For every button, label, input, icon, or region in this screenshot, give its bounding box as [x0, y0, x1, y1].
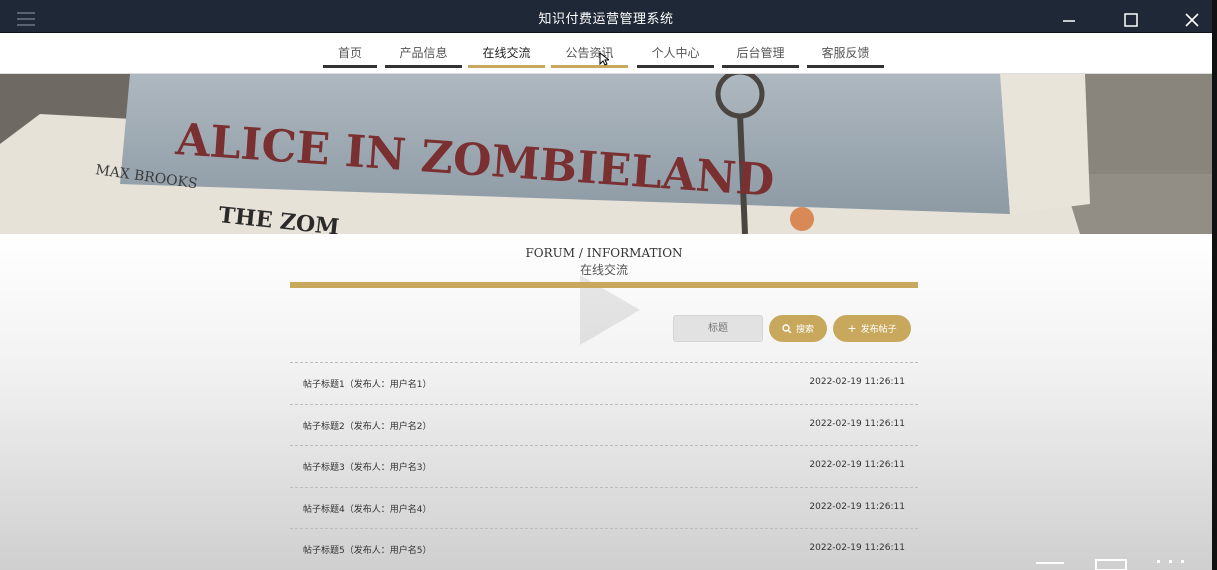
section-divider — [290, 282, 918, 288]
post-title[interactable]: 帖子标题2（发布人：用户名2） — [303, 419, 431, 432]
nav-news[interactable]: 公告资讯 — [551, 33, 628, 68]
new-post-button[interactable]: + 发布帖子 — [833, 315, 911, 342]
post-date: 2022-02-19 11:26:11 — [809, 543, 905, 553]
fullscreen-icon — [1095, 559, 1127, 570]
search-button[interactable]: 搜索 — [769, 315, 827, 342]
banner-illustration: ALICE IN ZOMBIELAND MAX BROOKS THE ZOM — [0, 74, 1212, 234]
post-row[interactable]: 帖子标题3（发布人：用户名3） 2022-02-19 11:26:11 — [290, 445, 918, 487]
section-title-cn: 在线交流 — [579, 263, 628, 277]
window-titlebar: 知识付费运营管理系统 — [0, 0, 1212, 33]
nav-admin-label: 后台管理 — [736, 46, 785, 60]
close-icon[interactable] — [1181, 9, 1203, 31]
playlist-icon — [1036, 562, 1064, 564]
post-date: 2022-02-19 11:26:11 — [809, 377, 905, 387]
search-button-label: 搜索 — [795, 325, 814, 335]
nav-home-label: 首页 — [337, 46, 362, 60]
nav-feedback-label: 客服反馈 — [821, 46, 870, 60]
main-nav: 首页 产品信息 在线交流 公告资讯 个人中心 后台管理 客服反馈 — [0, 33, 1212, 74]
plus-icon: + — [847, 322, 857, 335]
post-list: 帖子标题1（发布人：用户名1） 2022-02-19 11:26:11 帖子标题… — [290, 362, 918, 570]
nav-profile-label: 个人中心 — [651, 46, 700, 60]
nav-products-label: 产品信息 — [399, 46, 448, 60]
nav-forum[interactable]: 在线交流 — [468, 33, 545, 68]
title-search-input[interactable] — [673, 315, 763, 342]
minimize-icon[interactable] — [1058, 9, 1080, 31]
window-title: 知识付费运营管理系统 — [538, 12, 674, 27]
post-row[interactable]: 帖子标题1（发布人：用户名1） 2022-02-19 11:26:11 — [290, 362, 918, 404]
post-title[interactable]: 帖子标题5（发布人：用户名5） — [303, 543, 431, 556]
post-row[interactable]: 帖子标题4（发布人：用户名4） 2022-02-19 11:26:11 — [290, 486, 918, 529]
more-icon — [1157, 560, 1184, 563]
maximize-icon[interactable] — [1120, 9, 1142, 31]
post-title[interactable]: 帖子标题4（发布人：用户名4） — [303, 502, 431, 515]
nav-home[interactable]: 首页 — [323, 33, 377, 68]
section-title-en: FORUM / INFORMATION — [525, 246, 683, 260]
post-date: 2022-02-19 11:26:11 — [809, 501, 905, 512]
nav-forum-label: 在线交流 — [482, 46, 531, 60]
nav-profile[interactable]: 个人中心 — [637, 33, 714, 68]
nav-admin[interactable]: 后台管理 — [722, 33, 799, 68]
new-post-button-label: 发布帖子 — [860, 325, 897, 335]
search-icon — [782, 323, 792, 333]
window-edge — [1212, 0, 1217, 570]
post-title[interactable]: 帖子标题1（发布人：用户名1） — [303, 377, 431, 390]
nav-products[interactable]: 产品信息 — [385, 33, 462, 68]
post-row[interactable]: 帖子标题2（发布人：用户名2） 2022-02-19 11:26:11 — [290, 403, 918, 446]
hero-banner: ALICE IN ZOMBIELAND MAX BROOKS THE ZOM — [0, 74, 1212, 234]
mouse-cursor-icon — [599, 52, 609, 66]
video-player-controls — [1036, 559, 1184, 570]
post-date: 2022-02-19 11:26:11 — [809, 460, 905, 470]
post-title[interactable]: 帖子标题3（发布人：用户名3） — [303, 460, 431, 473]
nav-feedback[interactable]: 客服反馈 — [807, 33, 884, 68]
post-date: 2022-02-19 11:26:11 — [809, 418, 905, 429]
